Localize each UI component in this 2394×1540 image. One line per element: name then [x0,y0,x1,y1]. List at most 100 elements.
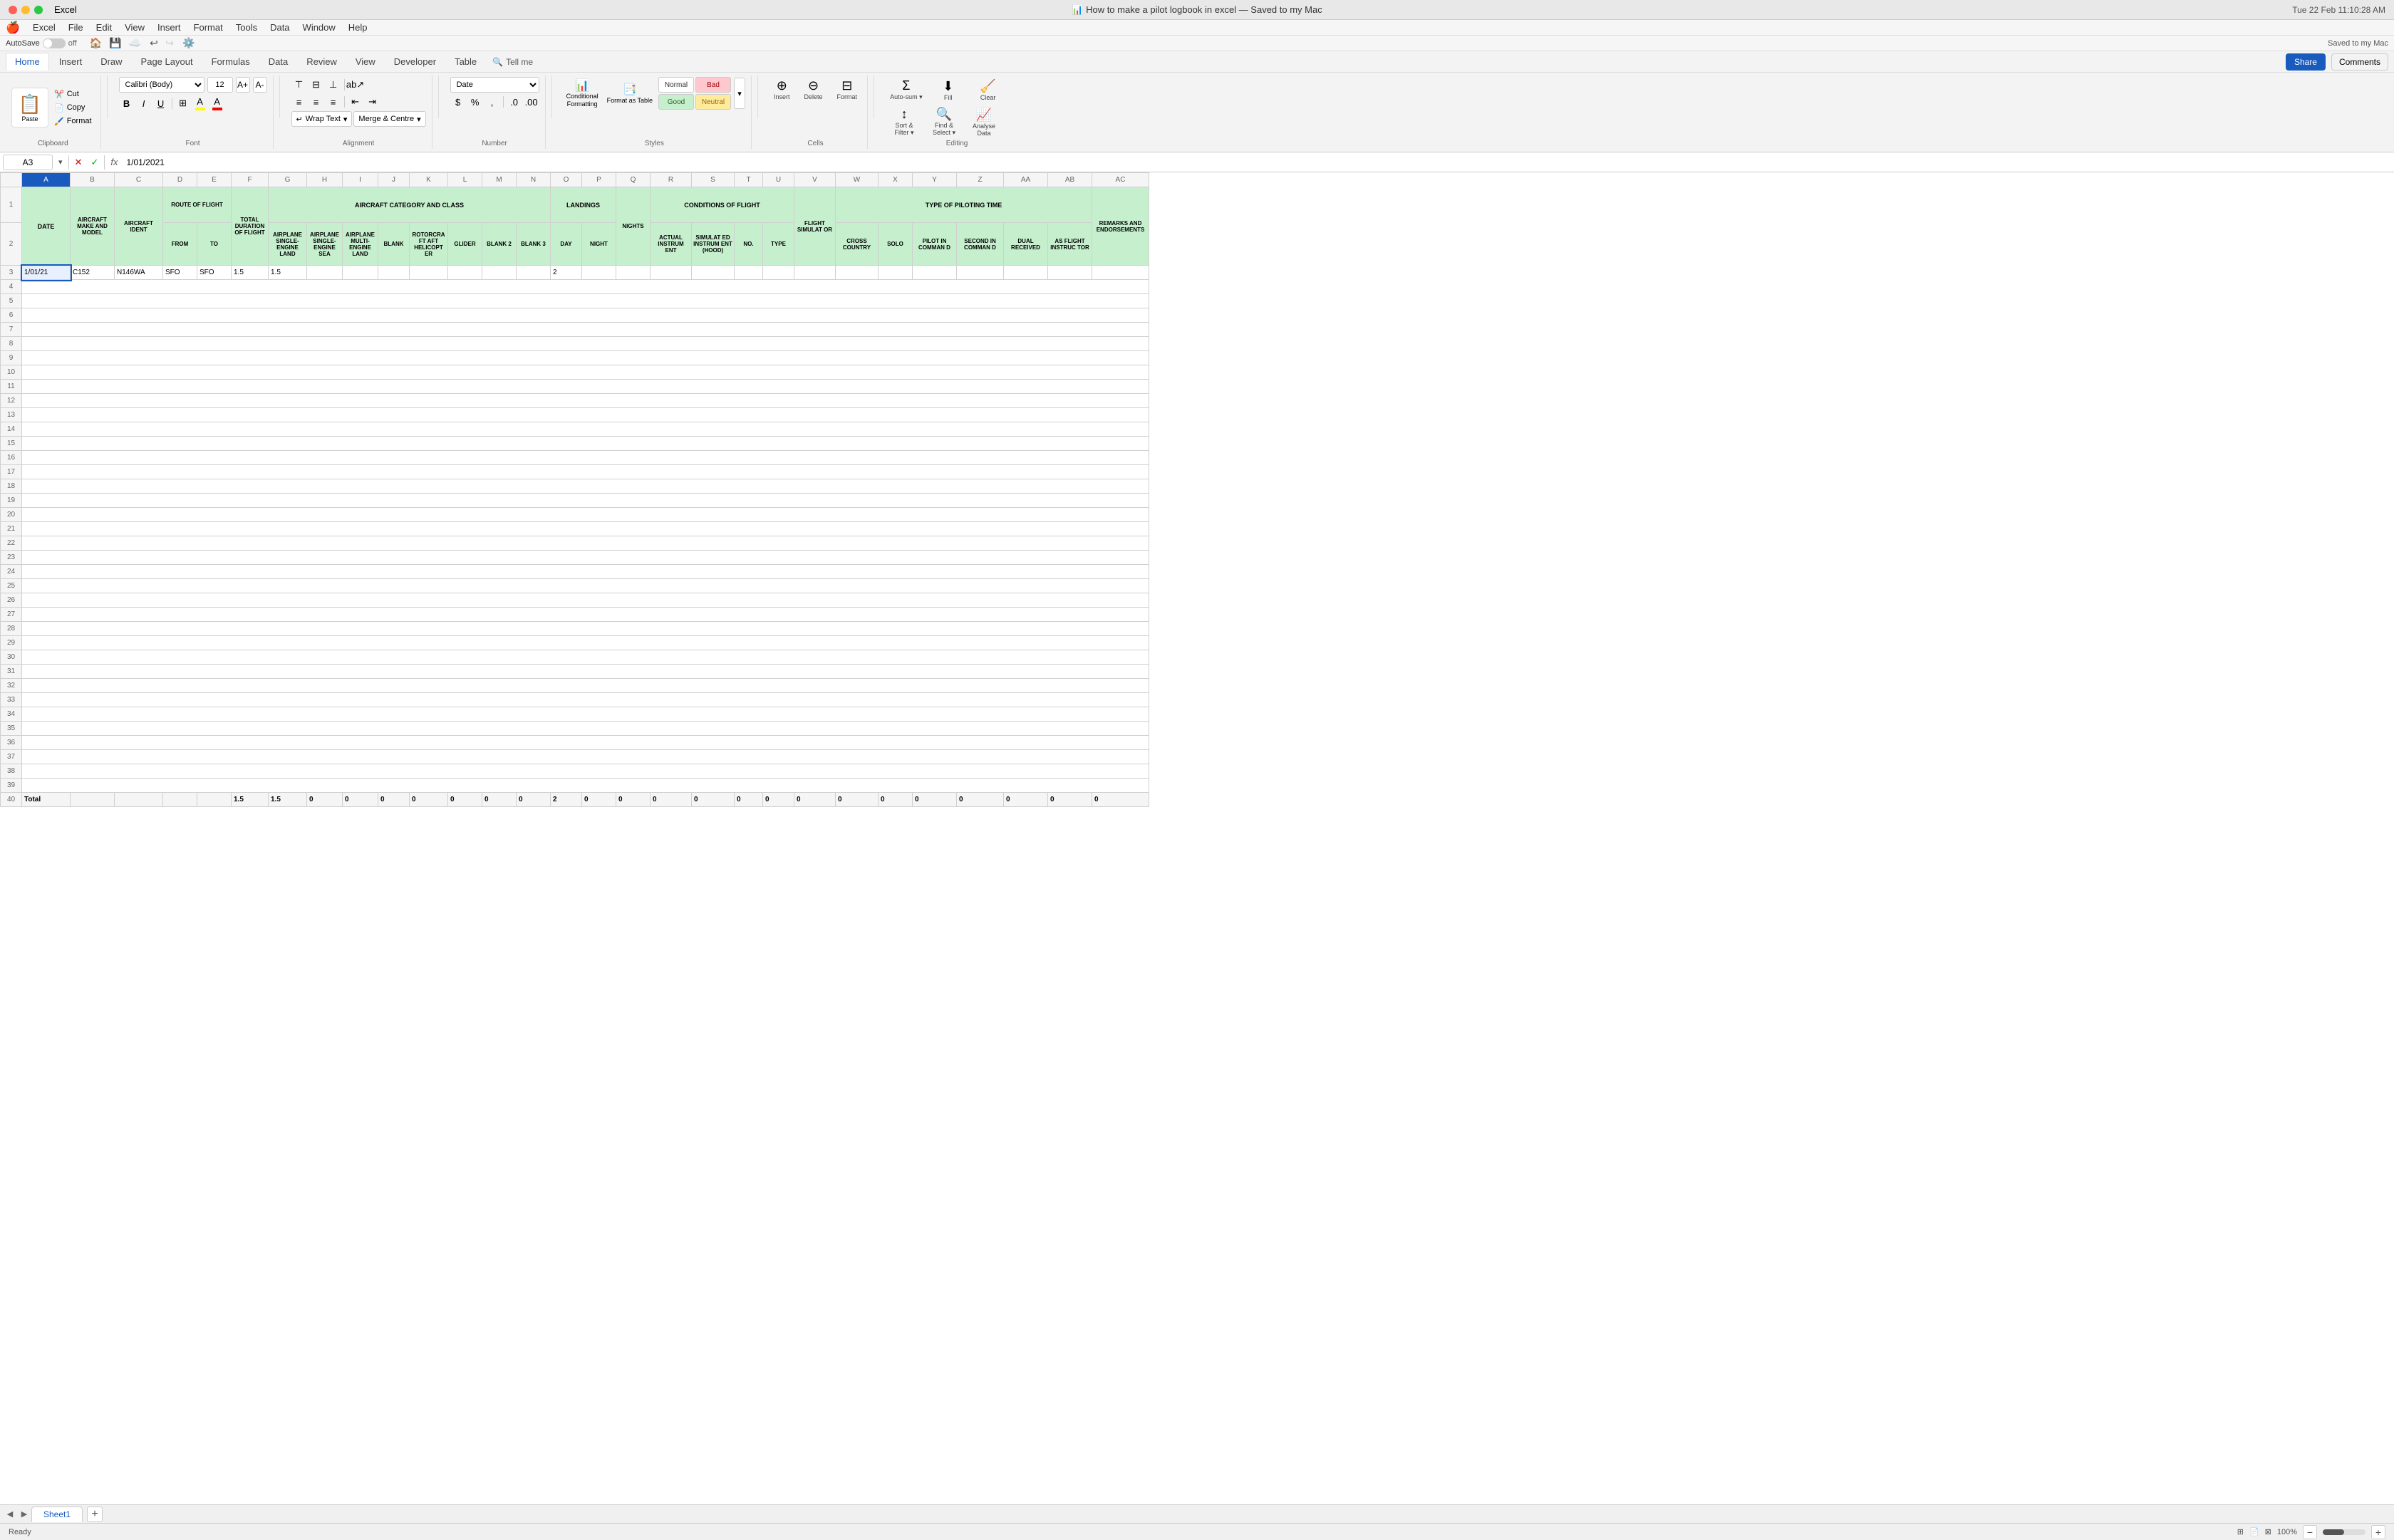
indent-decrease-button[interactable]: ⇤ [348,94,363,110]
tab-insert[interactable]: Insert [51,53,91,70]
merge-center-button[interactable]: Merge & Centre ▾ [353,111,425,127]
header-sim-instrum[interactable]: SIMULAT ED INSTRUM ENT (HOOD) [692,223,735,266]
header-blank[interactable]: BLANK [378,223,410,266]
sort-filter-button[interactable]: ↕ Sort &Filter ▾ [886,105,923,138]
total-O[interactable]: 2 [551,793,582,807]
maximize-button[interactable] [34,6,43,14]
total-AC[interactable]: 0 [1092,793,1149,807]
decimal-increase-button[interactable]: .0 [507,94,522,110]
col-header-AC[interactable]: AC [1092,173,1149,187]
zoom-slider[interactable] [2323,1529,2366,1535]
tab-view[interactable]: View [347,53,384,70]
col-header-D[interactable]: D [163,173,197,187]
cloud-icon[interactable]: ☁️ [128,36,142,51]
redo-button[interactable]: ↪ [162,36,177,51]
cell-K3[interactable] [410,266,448,280]
tell-me[interactable]: 🔍 Tell me [492,57,533,67]
total-V[interactable]: 0 [794,793,836,807]
format-painter-button[interactable]: 🖌️ Format [51,115,95,128]
cell-O3[interactable]: 2 [551,266,582,280]
col-header-F[interactable]: F [232,173,269,187]
cell-styles-more[interactable]: ▾ [734,78,745,109]
col-header-O[interactable]: O [551,173,582,187]
col-header-N[interactable]: N [517,173,551,187]
tab-page-layout[interactable]: Page Layout [133,53,202,70]
percent-button[interactable]: % [467,94,483,110]
borders-button[interactable]: ⊞ [175,95,191,111]
cell-S3[interactable] [692,266,735,280]
cell-AC3[interactable] [1092,266,1149,280]
total-P[interactable]: 0 [582,793,616,807]
col-header-Y[interactable]: Y [913,173,957,187]
col-header-R[interactable]: R [651,173,692,187]
header-pilot-command[interactable]: PILOT IN COMMAN D [913,223,957,266]
autosave-switch[interactable] [43,38,66,48]
cell-L3[interactable] [448,266,482,280]
bold-button[interactable]: B [119,95,135,111]
col-header-K[interactable]: K [410,173,448,187]
total-D[interactable] [163,793,197,807]
header-total-duration[interactable]: TOTAL DURATION OF FLIGHT [232,187,269,266]
menu-format[interactable]: Format [188,21,229,34]
col-header-E[interactable]: E [197,173,232,187]
decimal-decrease-button[interactable]: .00 [524,94,539,110]
cell-N3[interactable] [517,266,551,280]
cell-C3[interactable]: N146WA [115,266,163,280]
delete-button[interactable]: ⊖ Delete [800,77,827,102]
home-icon[interactable]: 🏠 [88,36,103,51]
header-multi-land[interactable]: AIRPLANE MULTI-ENGINE LAND [343,223,378,266]
cell-J3[interactable] [378,266,410,280]
header-remarks-label[interactable]: REMARKS AND ENDORSEMENTS [1092,187,1149,266]
autosave-toggle[interactable]: AutoSave off [6,38,77,48]
col-header-P[interactable]: P [582,173,616,187]
align-middle-button[interactable]: ⊟ [309,77,324,93]
sheet-nav-next[interactable]: ▶ [17,1507,31,1521]
style-neutral[interactable]: Neutral [695,94,731,110]
font-size-decrease[interactable]: A- [253,77,267,93]
menu-insert[interactable]: Insert [152,21,187,34]
format-as-table-button[interactable]: 📑 Format as Table [604,81,656,106]
header-nights[interactable]: NIGHTS [616,187,651,266]
sheet-area[interactable]: A B C D E F G H I J K L M N O P Q [0,172,2394,1504]
header-route-label[interactable]: ROUTE OF FLIGHT [163,187,232,223]
header-second-command[interactable]: SECOND IN COMMAN D [957,223,1004,266]
total-G[interactable]: 1.5 [269,793,307,807]
tab-developer[interactable]: Developer [385,53,445,70]
cell-ref-dropdown[interactable]: ▾ [56,157,66,167]
orientation-button[interactable]: ab↗ [348,77,363,93]
comma-button[interactable]: , [484,94,500,110]
header-night[interactable]: NIGHT [582,223,616,266]
total-E[interactable] [197,793,232,807]
col-header-I[interactable]: I [343,173,378,187]
menu-view[interactable]: View [119,21,150,34]
copy-button[interactable]: 📄 Copy [51,102,95,114]
sheet-nav-prev[interactable]: ◀ [3,1507,17,1521]
align-left-button[interactable]: ≡ [291,94,307,110]
total-M[interactable]: 0 [482,793,517,807]
cell-E3[interactable]: SFO [197,266,232,280]
header-no[interactable]: NO. [735,223,763,266]
col-header-Q[interactable]: Q [616,173,651,187]
font-color-button[interactable]: A [209,95,225,111]
minimize-button[interactable] [21,6,30,14]
col-header-U[interactable]: U [763,173,794,187]
confirm-formula-button[interactable]: ✓ [88,157,101,168]
total-B[interactable] [71,793,115,807]
currency-button[interactable]: $ [450,94,466,110]
cancel-formula-button[interactable]: ✕ [72,157,86,168]
font-size-input[interactable] [207,77,233,93]
tab-review[interactable]: Review [298,53,346,70]
cell-B3[interactable]: C152 [71,266,115,280]
tab-draw[interactable]: Draw [92,53,130,70]
col-header-M[interactable]: M [482,173,517,187]
sheet-tab-sheet1[interactable]: Sheet1 [31,1507,83,1522]
menu-file[interactable]: File [63,21,89,34]
header-dual-received[interactable]: DUAL RECEIVED [1004,223,1048,266]
header-cross-country[interactable]: CROSS COUNTRY [836,223,879,266]
normal-view-icon[interactable]: ⊞ [2237,1527,2244,1536]
menu-data[interactable]: Data [264,21,295,34]
col-header-J[interactable]: J [378,173,410,187]
col-header-Z[interactable]: Z [957,173,1004,187]
share-button[interactable]: Share [2286,53,2326,71]
cell-X3[interactable] [879,266,913,280]
